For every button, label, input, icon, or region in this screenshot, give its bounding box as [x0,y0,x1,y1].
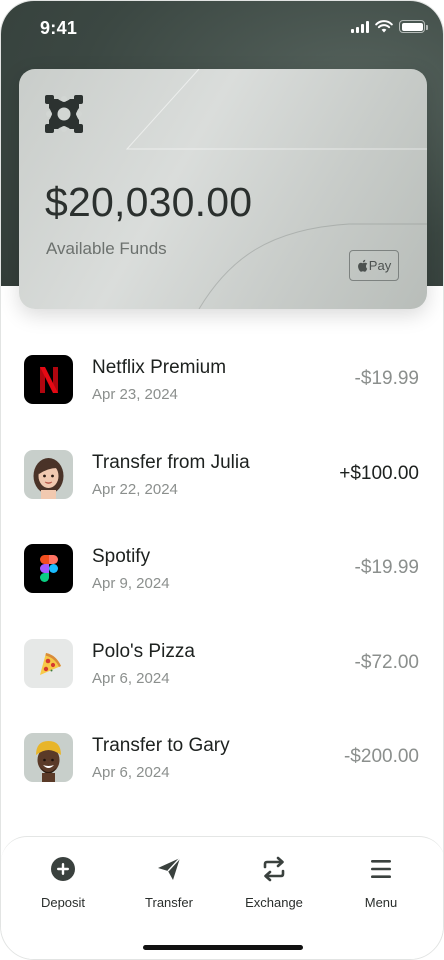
transaction-row-polos-pizza[interactable]: Polo's Pizza Apr 6, 2024 -$72.00 [1,616,443,711]
transaction-date: Apr 23, 2024 [92,386,178,403]
plus-circle-icon [51,857,75,881]
status-time: 9:41 [40,18,78,38]
nav-menu-label: Menu [364,895,398,910]
gary-avatar-icon [24,733,73,782]
transaction-amount: -$200.00 [343,746,419,767]
transaction-date: Apr 6, 2024 [92,670,170,687]
nav-exchange[interactable]: Exchange [224,855,324,910]
available-funds-label: Available Funds [46,239,167,258]
home-indicator [143,945,303,950]
nav-transfer-label: Transfer [145,895,193,910]
apple-pay-badge: Pay [349,250,399,281]
transaction-row-spotify[interactable]: Spotify Apr 9, 2024 -$19.99 [1,521,443,616]
status-icons [351,20,428,33]
bank-logo-icon [45,95,83,133]
available-balance: $20,030.00 [45,179,253,225]
transaction-amount: -$19.99 [354,368,419,389]
transaction-row-netflix[interactable]: Netflix Premium Apr 23, 2024 -$19.99 [1,332,443,427]
transaction-row-julia[interactable]: Transfer from Julia Apr 22, 2024 +$100.0… [1,427,443,522]
apple-pay-label: Pay [368,258,392,273]
transaction-title: Polo's Pizza [92,641,195,662]
bottom-navigation: Deposit Transfer Exchange Menu [1,836,443,959]
hamburger-menu-icon [371,860,391,878]
nav-exchange-label: Exchange [245,895,303,910]
exchange-arrows-icon [263,856,285,882]
transaction-title: Transfer from Julia [92,452,250,473]
wifi-icon [375,20,393,33]
battery-icon [399,20,428,33]
transaction-date: Apr 9, 2024 [92,575,170,592]
transaction-amount: +$100.00 [339,463,419,484]
transaction-row-gary[interactable]: Transfer to Gary Apr 6, 2024 -$200.00 [1,710,443,805]
status-bar: 9:41 [1,1,443,57]
julia-avatar-icon [24,450,73,499]
transaction-date: Apr 6, 2024 [92,764,170,781]
transaction-date: Apr 22, 2024 [92,481,178,498]
balance-card[interactable]: $20,030.00 Available Funds Pay [19,69,427,309]
phone-screen: 9:41 $20,030.00 Available Funds Pay Netf… [0,0,444,960]
transaction-amount: -$19.99 [354,557,419,578]
cellular-signal-icon [351,20,369,33]
pizza-icon [24,639,73,688]
paper-plane-icon [158,857,181,880]
figma-logo-icon [24,544,73,593]
netflix-logo-icon [24,355,73,404]
nav-deposit-label: Deposit [40,895,86,910]
nav-deposit[interactable]: Deposit [13,855,113,910]
transaction-title: Transfer to Gary [92,735,230,756]
nav-menu[interactable]: Menu [331,855,431,910]
apple-icon [357,259,368,272]
nav-transfer[interactable]: Transfer [119,855,219,910]
transaction-title: Netflix Premium [92,357,227,378]
transaction-amount: -$72.00 [354,652,419,673]
transaction-title: Spotify [92,546,151,567]
